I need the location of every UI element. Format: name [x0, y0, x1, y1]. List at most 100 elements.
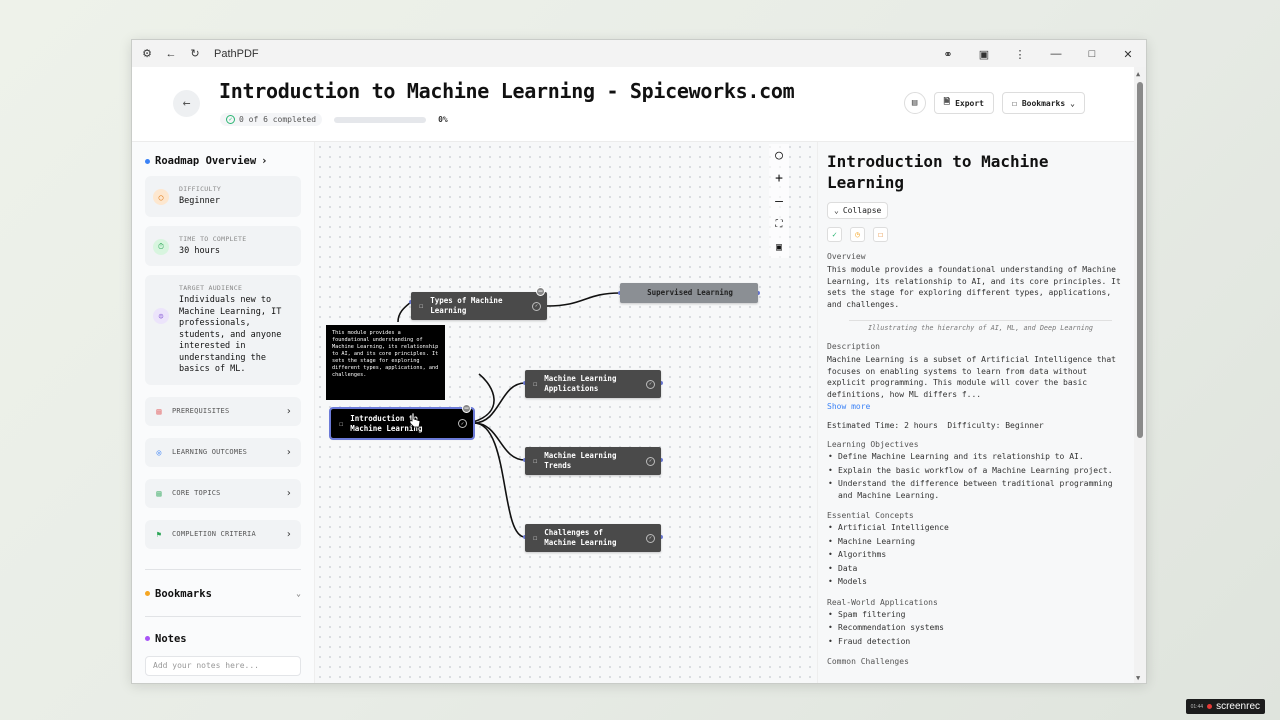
node-label: Types of Machine Learning	[430, 296, 503, 315]
bookmark-icon: ☐	[533, 380, 538, 388]
app-icon: ⚙	[142, 48, 152, 60]
mouse-cursor-icon	[409, 412, 421, 428]
check-circle-icon[interactable]: ✓	[532, 301, 541, 311]
challenges-label: Common Challenges	[827, 657, 909, 666]
roadmap-canvas[interactable]: ○ + – ⛶ ▣ ☐ Types of Machine Learning ✓ …	[315, 142, 817, 683]
notes-section-header: Notes	[145, 633, 301, 645]
document-icon: ▤	[156, 406, 162, 416]
zoom-controls: ○ + – ⛶ ▣	[769, 144, 789, 258]
file-icon: 🗎	[943, 97, 951, 106]
bookmarks-label: Bookmarks	[1021, 98, 1066, 108]
application-item: Recommendation systems	[827, 622, 1124, 634]
target-icon: ◎	[156, 447, 162, 457]
node-intro-to-ml[interactable]: ☐ Introduction to Machine Learning ✓ –	[329, 404, 475, 440]
concept-item: Data	[827, 563, 1124, 575]
node-ml-applications[interactable]: ☐ Machine Learning Applications ✓	[525, 370, 661, 398]
in-progress-clock-icon[interactable]: ◷	[850, 227, 865, 242]
maximize-button[interactable]: □	[1080, 43, 1104, 65]
export-button[interactable]: 🗎 Export	[933, 92, 994, 114]
sidebar: Roadmap Overview › ◯ DIFFICULTY Beginner…	[132, 142, 315, 683]
check-circle-icon[interactable]: ✓	[646, 456, 655, 466]
bookmark-icon: ☐	[419, 302, 424, 310]
page-header: ← Introduction to Machine Learning - Spi…	[132, 67, 1136, 142]
detail-title: Introduction to Machine Learning	[827, 152, 1049, 192]
collapse-button[interactable]: ⌄ Collapse	[827, 202, 889, 219]
collapse-node-icon[interactable]: –	[536, 287, 545, 296]
roadmap-overview-title: Roadmap Overview	[155, 155, 257, 167]
nav-core-topics[interactable]: ▤ CORE TOPICS ›	[145, 478, 301, 508]
bookmarks-dropdown[interactable]: ☐ Bookmarks ⌄	[1001, 92, 1085, 114]
scrollbar-thumb[interactable]	[1137, 82, 1143, 438]
nav-prerequisites[interactable]: ▤ PREREQUISITES ›	[145, 396, 301, 426]
check-circle-icon[interactable]: ✓	[646, 533, 655, 543]
time-value: 30 hours	[179, 245, 220, 256]
time-label: TIME TO COMPLETE	[179, 234, 247, 243]
edge-root-trends	[473, 422, 526, 461]
difficulty-value: Beginner	[179, 196, 220, 206]
node-ml-trends[interactable]: ☐ Machine Learning Trends ✓	[525, 447, 661, 475]
minimize-button[interactable]: —	[1044, 43, 1068, 65]
zoom-out-icon[interactable]: –	[771, 193, 787, 209]
completed-pill: ✓ 0 of 6 completed	[220, 113, 323, 126]
bookmark-icon: ☐	[533, 457, 538, 465]
nav-completion-criteria[interactable]: ⚑ COMPLETION CRITERIA ›	[145, 519, 301, 549]
node-tooltip: This module provides a foundational unde…	[326, 325, 445, 400]
audience-card: ☺ TARGET AUDIENCE Individuals new to Mac…	[145, 275, 301, 385]
node-label: Machine Learning Applications	[544, 374, 617, 393]
node-types-of-ml[interactable]: ☐ Types of Machine Learning ✓ –	[411, 287, 547, 320]
time-card: ⏱ TIME TO COMPLETE 30 hours	[145, 225, 301, 266]
completed-text: 0 of 6 completed	[239, 115, 317, 124]
notes-input[interactable]: Add your notes here...	[145, 655, 301, 676]
app-window: ⚙ ← ↻ PathPDF ⚭ ▣ ⋮ — □ ✕ ← Introduction…	[131, 39, 1147, 684]
bookmarks-section-header[interactable]: Bookmarks ⌄	[145, 588, 301, 600]
check-circle-icon[interactable]: ✓	[646, 379, 655, 389]
users-icon: ☺	[153, 308, 169, 324]
objective-item: Define Machine Learning and its relation…	[827, 451, 1124, 463]
back-button[interactable]: ←	[173, 90, 200, 117]
scroll-up-icon[interactable]: ▲	[1136, 70, 1140, 78]
extension-icon[interactable]: ▣	[972, 43, 996, 65]
collapse-label: Collapse	[842, 206, 882, 215]
audience-value: Individuals new to Machine Learning, IT …	[179, 295, 282, 374]
reset-view-icon[interactable]: ○	[771, 147, 787, 163]
key-icon[interactable]: ⚭	[936, 43, 960, 65]
node-supervised-learning[interactable]: Supervised Learning	[620, 283, 758, 303]
edge-types-supervised	[546, 292, 621, 307]
progress-row: ✓ 0 of 6 completed 0%	[220, 113, 448, 126]
bookmark-icon: ☐	[533, 534, 538, 542]
overview-text: This module provides a foundational unde…	[827, 265, 1121, 309]
close-button[interactable]: ✕	[1116, 43, 1140, 65]
fit-view-icon[interactable]: ⛶	[771, 216, 787, 232]
page-scrollbar[interactable]: ▲ ▼	[1134, 67, 1146, 683]
chevron-down-icon: ⌄	[834, 206, 839, 215]
chevron-down-icon: ⌄	[296, 589, 301, 598]
zoom-in-icon[interactable]: +	[771, 170, 787, 186]
progress-bar	[334, 116, 427, 123]
sidebar-toggle-icon[interactable]: ▤	[903, 92, 926, 114]
bookmark-icon[interactable]: ☐	[873, 227, 888, 242]
show-more-link[interactable]: Show more	[827, 402, 1124, 411]
scroll-down-icon[interactable]: ▼	[1136, 674, 1140, 682]
description-label: Description	[827, 342, 880, 351]
nav-label: LEARNING OUTCOMES	[172, 448, 248, 456]
node-label: Challenges of Machine Learning	[544, 528, 617, 547]
node-challenges-of-ml[interactable]: ☐ Challenges of Machine Learning ✓	[525, 524, 661, 552]
edge-root-applications	[473, 382, 526, 424]
more-menu-icon[interactable]: ⋮	[1008, 43, 1032, 65]
lock-icon[interactable]: ▣	[771, 239, 787, 255]
objective-item: Explain the basic workflow of a Machine …	[827, 465, 1124, 477]
reload-icon[interactable]: ↻	[184, 43, 206, 65]
check-circle-icon[interactable]: ✓	[458, 419, 467, 428]
roadmap-overview-header[interactable]: Roadmap Overview ›	[145, 155, 301, 167]
collapse-node-icon[interactable]: –	[462, 404, 471, 413]
back-arrow-icon[interactable]: ←	[160, 43, 182, 65]
nav-label: COMPLETION CRITERIA	[172, 530, 256, 538]
chevron-right-icon: ›	[285, 487, 292, 499]
mark-complete-icon[interactable]: ✓	[827, 227, 842, 242]
bookmark-icon: ☐	[339, 419, 344, 428]
meta-row: Estimated Time: 2 hours Difficulty: Begi…	[827, 421, 1124, 430]
book-icon: ▤	[156, 488, 162, 498]
nav-learning-outcomes[interactable]: ◎ LEARNING OUTCOMES ›	[145, 437, 301, 467]
overview-label: Overview	[827, 252, 866, 261]
node-label: Machine Learning Trends	[544, 451, 617, 470]
